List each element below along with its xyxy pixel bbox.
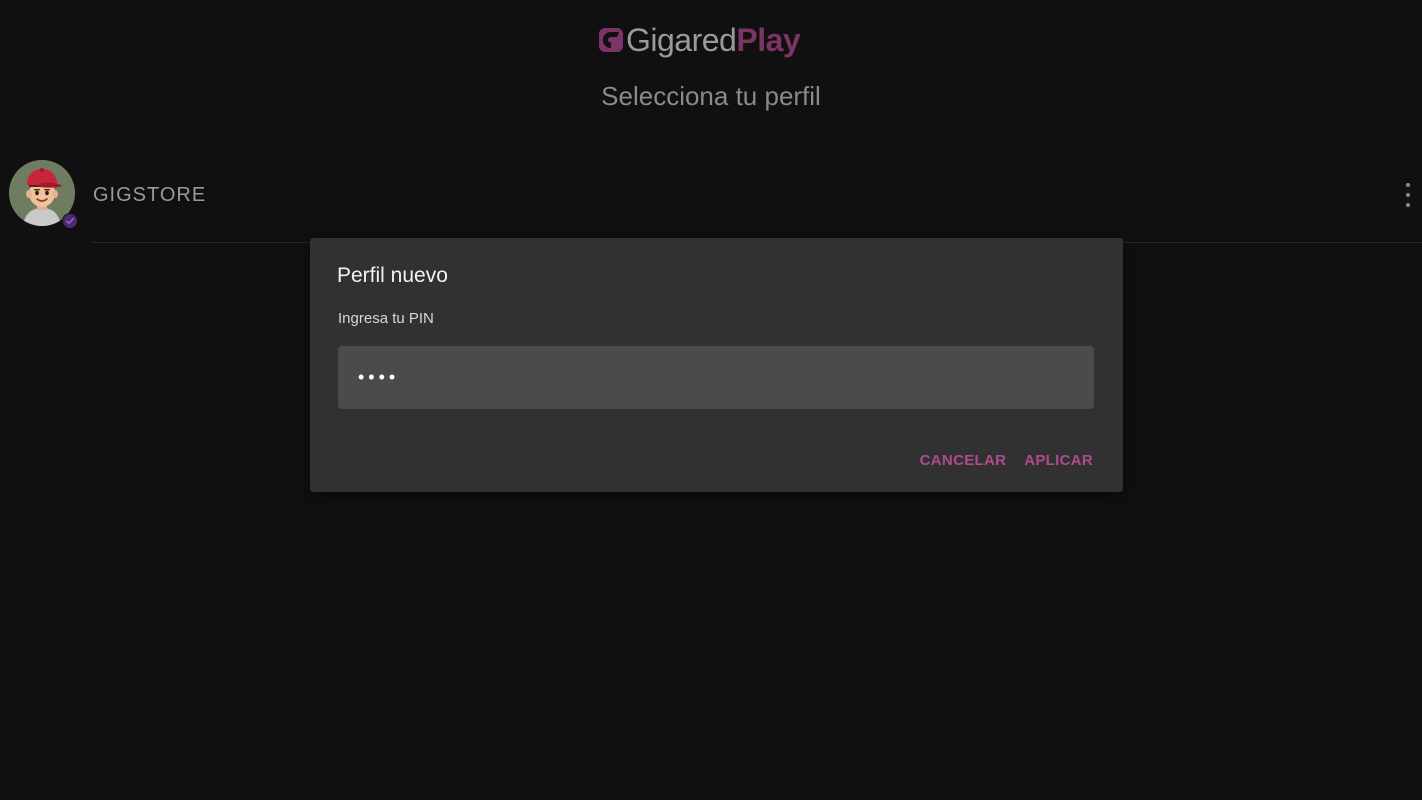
dialog-actions: CANCELAR APLICAR xyxy=(920,451,1093,471)
gigared-logo-mark-icon xyxy=(599,28,623,52)
kebab-dot xyxy=(1406,193,1410,197)
brand-name-accent: Play xyxy=(736,22,801,58)
check-badge-icon xyxy=(62,213,78,229)
cancel-button[interactable]: CANCELAR xyxy=(920,451,1007,471)
new-profile-dialog: Perfil nuevo Ingresa tu PIN •••• CANCELA… xyxy=(310,238,1123,492)
pin-input[interactable]: •••• xyxy=(338,346,1094,409)
brand-name-primary: Gigared xyxy=(626,22,737,58)
dialog-title: Perfil nuevo xyxy=(337,264,448,287)
more-vertical-icon[interactable] xyxy=(1398,180,1418,210)
profile-row[interactable]: GIGSTORE xyxy=(0,152,1422,244)
profile-selection-screen: Gigared Play Selecciona tu perfil GIGSTO… xyxy=(0,0,1422,800)
kebab-dot xyxy=(1406,203,1410,207)
profile-name[interactable]: GIGSTORE xyxy=(93,182,206,208)
brand-logo: Gigared Play xyxy=(598,20,801,60)
kebab-dot xyxy=(1406,183,1410,187)
page-title: Selecciona tu perfil xyxy=(601,81,821,111)
apply-button[interactable]: APLICAR xyxy=(1024,451,1093,471)
pin-label: Ingresa tu PIN xyxy=(338,310,434,327)
